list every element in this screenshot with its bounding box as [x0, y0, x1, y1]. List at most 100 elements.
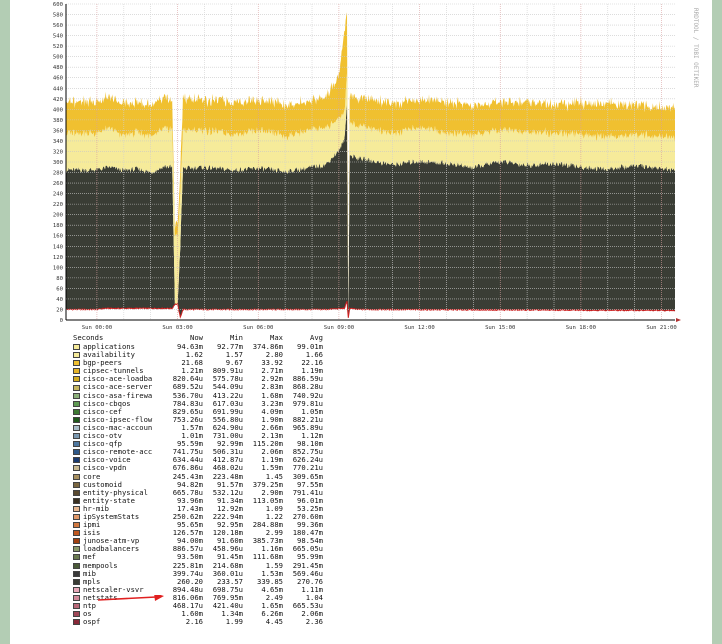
- legend-name: cisco-otv: [83, 432, 122, 441]
- legend-now: 2.16: [185, 617, 203, 627]
- legend-swatch: [73, 562, 80, 569]
- legend-name: cisco-ace-server: [83, 383, 153, 392]
- x-tick-label: Sun 00:00: [82, 325, 112, 331]
- y-tick-label: 540: [53, 34, 63, 40]
- legend-table: Seconds Now Min Max Avg applications 94.6…: [73, 334, 323, 626]
- legend-name: mempools: [83, 561, 118, 570]
- legend-name: entity-state: [83, 496, 135, 505]
- y-tick-label: 420: [53, 97, 63, 103]
- y-tick-label: 440: [53, 86, 63, 92]
- legend-name: cisco-vpdn: [83, 464, 127, 473]
- legend-name: junose-atm-vp: [83, 537, 140, 546]
- legend-name: customoid: [83, 480, 122, 489]
- legend-swatch: [73, 586, 80, 593]
- legend-swatch: [73, 530, 80, 537]
- legend-swatch: [73, 473, 80, 480]
- legend-name: loadbalancers: [83, 545, 140, 554]
- y-tick-label: 40: [56, 297, 63, 303]
- y-tick-label: 500: [53, 55, 63, 61]
- y-tick-label: 600: [53, 2, 63, 8]
- y-tick-label: 320: [53, 149, 63, 155]
- y-tick-label: 160: [53, 234, 63, 240]
- legend-row-ospf: ospf 2.16 1.99 4.45 2.36: [73, 618, 323, 626]
- y-tick-label: 220: [53, 202, 63, 208]
- legend-swatch: [73, 570, 80, 577]
- rrdtool-watermark: RRDTOOL / TOBI OETIKER: [692, 8, 699, 88]
- legend-swatch: [73, 514, 80, 521]
- legend-name: applications: [83, 343, 135, 351]
- legend-name: cisco-voice: [83, 456, 131, 465]
- x-tick-label: Sun 12:00: [404, 325, 434, 331]
- x-tick-label: Sun 15:00: [485, 325, 515, 331]
- y-tick-label: 120: [53, 255, 63, 261]
- y-tick-label: 0: [60, 318, 63, 324]
- legend-swatch: [73, 538, 80, 545]
- y-tick-label: 100: [53, 265, 63, 271]
- graph-frame: 0 20 40 60 80 100 120 140 160 180 200 220 240 260 280 3…: [10, 0, 712, 644]
- legend-header-label: Seconds: [73, 334, 104, 343]
- legend-name: cisco-asa-firewa: [83, 391, 153, 400]
- legend-swatch: [73, 481, 80, 488]
- legend-name: cisco-cbqos: [83, 399, 131, 408]
- y-tick-label: 560: [53, 23, 63, 29]
- legend-name: isis: [83, 529, 101, 538]
- legend-name: mib: [83, 569, 96, 578]
- legend-swatch: [73, 594, 80, 601]
- legend-avg: 2.36: [305, 617, 323, 627]
- x-tick-label: Sun 09:00: [324, 325, 354, 331]
- legend-name: hr-mib: [83, 504, 109, 513]
- legend-swatch: [73, 611, 80, 618]
- legend-name: core: [83, 472, 101, 481]
- legend-swatch: [73, 441, 80, 448]
- y-tick-label: 280: [53, 171, 63, 177]
- y-tick-label: 360: [53, 128, 63, 134]
- y-tick-label: 480: [53, 65, 63, 71]
- legend-name: ipmi: [83, 521, 101, 530]
- legend-name: cisco-ace-loadba: [83, 375, 153, 384]
- legend-swatch: [73, 368, 80, 375]
- y-tick-label: 80: [56, 276, 63, 282]
- y-tick-label: 520: [53, 44, 63, 50]
- y-tick-label: 400: [53, 107, 63, 113]
- legend-name: mpls: [83, 577, 101, 586]
- y-tick-label: 200: [53, 213, 63, 219]
- legend-swatch: [73, 400, 80, 407]
- stacked-area-chart: 0 20 40 60 80 100 120 140 160 180 200 220 240 260 280 3…: [10, 0, 712, 332]
- legend-swatch: [73, 392, 80, 399]
- legend-swatch: [73, 457, 80, 464]
- y-tick-label: 20: [56, 307, 63, 313]
- y-tick-label: 240: [53, 192, 63, 198]
- legend-name: cisco-qfp: [83, 440, 122, 449]
- legend-swatch: [73, 360, 80, 367]
- y-tick-label: 140: [53, 244, 63, 250]
- y-tick-label: 180: [53, 223, 63, 229]
- legend-swatch: [73, 603, 80, 610]
- legend-swatch: [73, 376, 80, 383]
- x-tick-label: Sun 03:00: [162, 325, 192, 331]
- legend-name: ipSystemStats: [83, 512, 140, 521]
- legend-swatch: [73, 352, 80, 359]
- y-tick-label: 460: [53, 76, 63, 82]
- legend-name: cisco-remote-acc: [83, 448, 153, 457]
- legend-name: os: [83, 610, 92, 619]
- legend-name: availability: [83, 351, 135, 360]
- legend-swatch: [73, 465, 80, 472]
- legend-name: cipsec-tunnels: [83, 367, 144, 376]
- y-tick-label: 380: [53, 118, 63, 124]
- legend-min: 1.99: [225, 617, 243, 627]
- legend-name: ospf: [83, 618, 101, 627]
- legend-swatch: [73, 497, 80, 504]
- red-arrow-annotation: [98, 595, 164, 601]
- legend-swatch: [73, 578, 80, 585]
- legend-swatch: [73, 449, 80, 456]
- legend-swatch: [73, 619, 80, 626]
- legend-swatch: [73, 489, 80, 496]
- x-tick-label: Sun 06:00: [243, 325, 273, 331]
- legend-swatch: [73, 505, 80, 512]
- legend-swatch: [73, 424, 80, 431]
- y-tick-label: 340: [53, 139, 63, 145]
- legend-swatch: [73, 408, 80, 415]
- legend-name: cisco-mac-accoun: [83, 423, 153, 432]
- y-tick-label: 260: [53, 181, 63, 187]
- y-tick-label: 300: [53, 160, 63, 166]
